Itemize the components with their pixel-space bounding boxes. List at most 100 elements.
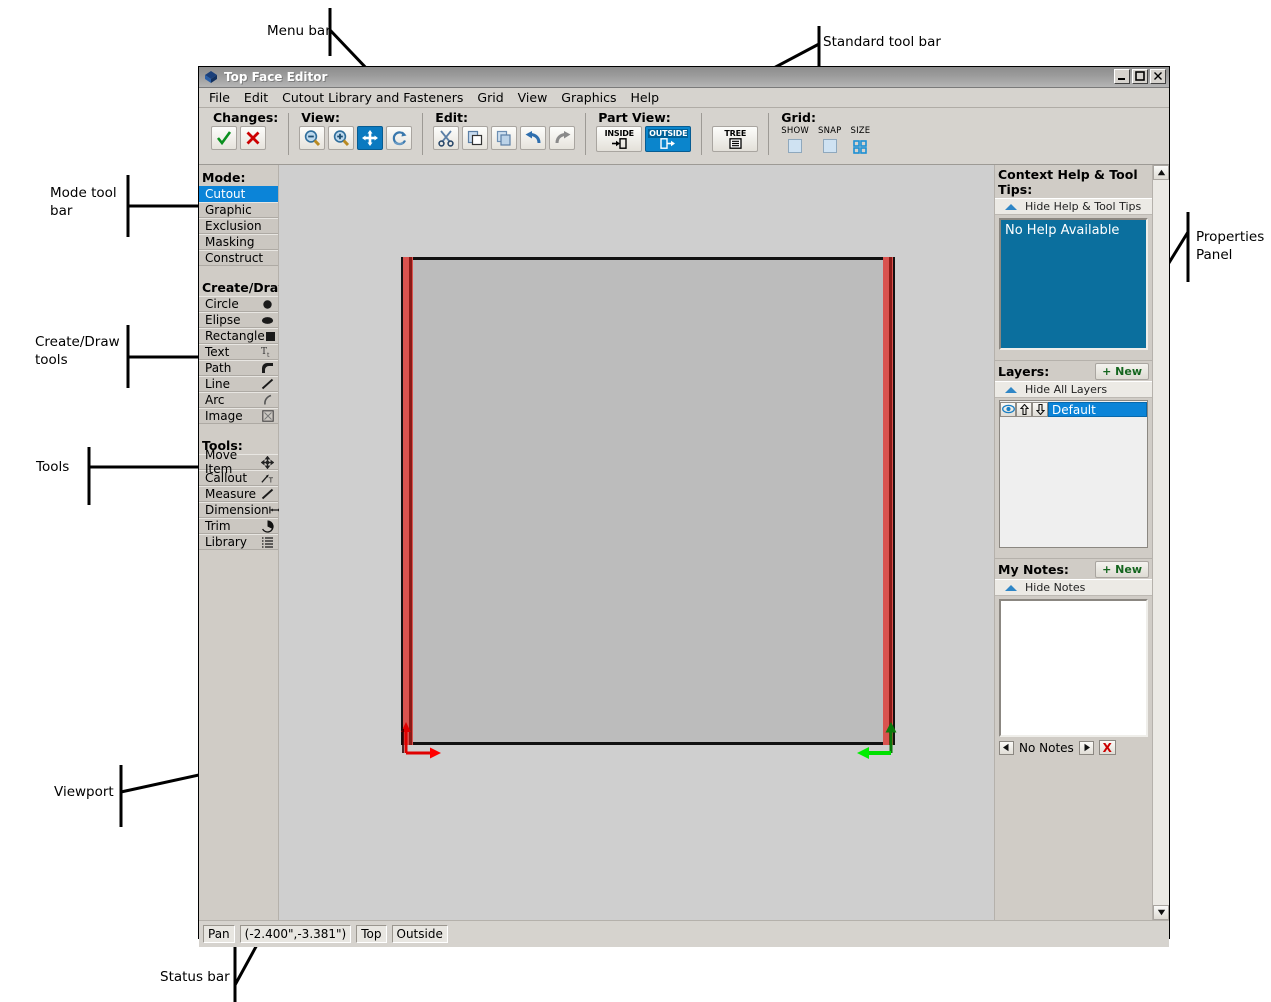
layers-new-button[interactable]: + New [1095, 363, 1149, 380]
annotation-menu-bar: Menu bar [267, 23, 331, 39]
undo-arrow-icon [525, 130, 541, 143]
collapse-triangle-icon [1005, 203, 1017, 210]
panel-divider-1 [995, 354, 1152, 361]
zoom-out-button[interactable] [299, 126, 326, 150]
undo-button[interactable] [520, 126, 547, 150]
toolbar-separator-2 [422, 113, 424, 155]
create-draw-item-circle[interactable]: Circle [199, 296, 278, 312]
trim-icon [261, 519, 274, 533]
part-view-inside-button[interactable]: INSIDE [596, 126, 643, 152]
layer-move-down-arrow-icon[interactable] [1032, 401, 1048, 417]
tools-item-library[interactable]: Library [199, 534, 278, 550]
window-controls [1114, 69, 1166, 84]
create-draw-item-elipse[interactable]: Elipse [199, 312, 278, 328]
layer-row[interactable]: Default [1000, 401, 1147, 417]
notes-previous-button[interactable] [999, 740, 1014, 755]
mode-item-cutout[interactable]: Cutout [199, 186, 278, 202]
minimize-button[interactable] [1114, 69, 1130, 84]
grid-show-control[interactable]: SHOW [781, 126, 809, 153]
close-button[interactable] [1150, 69, 1166, 84]
tools-item-dimension[interactable]: Dimension [199, 502, 282, 518]
accept-changes-button[interactable] [211, 126, 237, 150]
menu-item-file[interactable]: File [209, 90, 230, 105]
mode-item-cutout-label: Cutout [205, 187, 246, 201]
zoom-in-button[interactable] [328, 126, 355, 150]
create-draw-item-elipse-label: Elipse [205, 313, 241, 327]
notes-new-button[interactable]: + New [1095, 561, 1149, 578]
mode-item-graphic[interactable]: Graphic [199, 202, 278, 218]
maximize-button[interactable] [1132, 69, 1148, 84]
tools-item-callout[interactable]: Callout T [199, 470, 278, 486]
properties-panel: Context Help & Tool Tips: Hide Help & To… [994, 165, 1169, 920]
annotation-create-draw-tools: Create/Draw tools [35, 334, 120, 368]
menu-item-cutout-library-and-fasteners[interactable]: Cutout Library and Fasteners [282, 90, 463, 105]
toolbar-group-tree: TREE [706, 111, 764, 152]
pan-button[interactable] [357, 126, 384, 150]
scroll-up-arrow-icon[interactable] [1153, 165, 1169, 180]
layer-visibility-eye-icon[interactable] [1000, 401, 1016, 417]
part-view-outside-button[interactable]: OUTSIDE [645, 126, 692, 152]
grid-snap-label: SNAP [817, 126, 842, 136]
create-draw-item-rectangle-label: Rectangle [205, 329, 265, 343]
create-draw-item-image[interactable]: Image [199, 408, 278, 424]
paste-button[interactable] [462, 126, 489, 150]
create-draw-item-path[interactable]: Path [199, 360, 278, 376]
hide-all-layers-toggle[interactable]: Hide All Layers [995, 381, 1152, 398]
grid-snap-checkbox[interactable] [822, 139, 837, 153]
tools-item-measure[interactable]: Measure [199, 486, 278, 502]
hide-all-layers-label: Hide All Layers [1025, 383, 1108, 396]
refresh-view-button[interactable] [386, 126, 413, 150]
copy-button[interactable] [491, 126, 518, 150]
layers-list[interactable]: Default [999, 400, 1148, 548]
menu-item-help[interactable]: Help [631, 90, 660, 105]
toolbar-group-part-view: Part View: INSIDE OUTSIDE [590, 111, 697, 152]
properties-panel-scrollbar[interactable] [1152, 165, 1169, 920]
tools-item-move-item[interactable]: Move Item [199, 448, 278, 476]
context-help-header: Context Help & Tool Tips: [995, 165, 1152, 198]
hide-notes-toggle[interactable]: Hide Notes [995, 579, 1152, 596]
mode-item-construct[interactable]: Construct [199, 250, 278, 266]
grid-snap-control[interactable]: SNAP [818, 126, 842, 153]
grid-show-checkbox[interactable] [788, 139, 803, 153]
mode-item-masking[interactable]: Masking [199, 234, 278, 250]
menu-bar: File Edit Cutout Library and Fasteners G… [199, 88, 1169, 108]
create-draw-item-line[interactable]: Line [199, 376, 278, 392]
rail-spacer-2 [199, 424, 278, 438]
redo-button[interactable] [549, 126, 576, 150]
menu-item-grid[interactable]: Grid [477, 90, 503, 105]
grid-size-icon[interactable] [853, 139, 868, 154]
part-view-inside-label: INSIDE [604, 129, 635, 138]
mode-tool-bar: Mode: Cutout Graphic Exclusion Masking C… [199, 165, 295, 920]
toolbar-group-grid: Grid: SHOW SNAP SIZE [773, 111, 876, 154]
menu-item-view[interactable]: View [518, 90, 548, 105]
mode-item-exclusion[interactable]: Exclusion [199, 218, 278, 234]
create-draw-item-arc[interactable]: Arc [199, 392, 278, 408]
hide-help-toggle[interactable]: Hide Help & Tool Tips [995, 198, 1152, 215]
create-draw-item-text-label: Text [205, 345, 230, 359]
part-outline[interactable] [401, 257, 895, 745]
reject-changes-button[interactable] [240, 126, 266, 150]
menu-item-edit[interactable]: Edit [244, 90, 268, 105]
tools-item-trim[interactable]: Trim [199, 518, 278, 534]
notes-navigation: No Notes X [995, 737, 1152, 755]
notes-delete-button[interactable]: X [1098, 740, 1116, 755]
rail-spacer-1 [199, 266, 278, 280]
zoom-out-icon [304, 129, 320, 146]
tree-view-button[interactable]: TREE [712, 126, 759, 152]
layer-name-field[interactable]: Default [1048, 401, 1147, 417]
scroll-down-arrow-icon[interactable] [1153, 905, 1169, 920]
mode-item-masking-label: Masking [205, 235, 255, 249]
create-draw-item-rectangle[interactable]: Rectangle [199, 328, 278, 344]
cut-button[interactable] [433, 126, 460, 150]
viewport[interactable] [279, 165, 994, 920]
grid-size-control[interactable]: SIZE [850, 126, 871, 154]
menu-item-graphics[interactable]: Graphics [561, 90, 616, 105]
grid-show-label: SHOW [781, 126, 809, 136]
create-draw-item-circle-label: Circle [205, 297, 239, 311]
notes-next-button[interactable] [1078, 740, 1094, 755]
layer-move-up-arrow-icon[interactable] [1016, 401, 1032, 417]
grid-size-label: SIZE [850, 126, 871, 136]
filled-ellipse-icon [261, 314, 274, 327]
notes-text-area[interactable] [999, 599, 1148, 737]
create-draw-item-text[interactable]: Text Tt [199, 344, 278, 360]
